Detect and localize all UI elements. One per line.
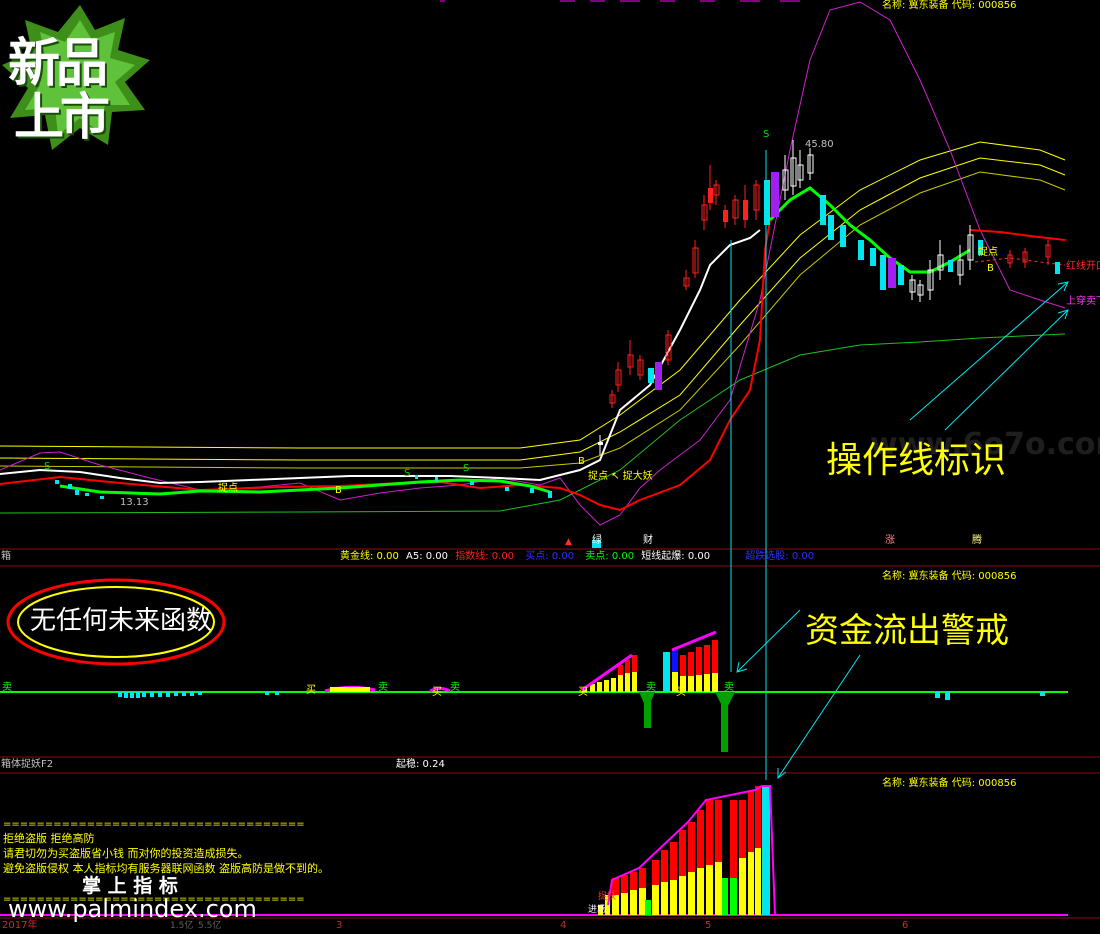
bottom-tag-3: 腾	[972, 535, 982, 546]
signal-s-mid: S	[404, 468, 411, 479]
time-axis-label-3: 5	[705, 920, 712, 931]
buy-label-3: 买	[578, 687, 588, 698]
cyan-arrows	[736, 281, 1069, 779]
yellow-band-2	[0, 157, 1066, 461]
catch-point-label-left: 捉点	[218, 483, 238, 494]
yellow-band-3	[0, 171, 1066, 469]
time-axis-label-0: 2017年	[2, 920, 38, 931]
indicator-oversold: 超跌选股: 0.00	[745, 551, 815, 562]
notice-line-1: 拒绝盗版 拒绝高防	[3, 832, 95, 845]
catch-point-label-right: 捉点	[978, 247, 998, 258]
status-item-1: 5.5亿	[198, 921, 222, 931]
low-price-label: 13.13	[120, 497, 149, 508]
signal-s-mid2: S	[463, 463, 470, 474]
signal-b-mid: B	[335, 485, 342, 496]
sell-label-5: 卖	[724, 682, 734, 693]
buy-label-1: 买	[306, 685, 316, 696]
badge-line2: 上市	[14, 88, 110, 146]
bottom-tag-0: 绿	[592, 535, 602, 546]
capital-outflow-warning: 资金流出警戒	[805, 611, 1009, 651]
red-line-open-label: 红线开口	[1066, 261, 1100, 272]
indicator-a5: A5: 0.00	[406, 551, 449, 562]
time-axis-label-1: 3	[336, 920, 343, 931]
panel2-title: 箱体捉妖F2	[1, 759, 54, 770]
catch-label: 捉妖	[598, 892, 617, 902]
indicator-bar-prefix: 箱	[1, 551, 11, 562]
stock-name-label: 名称: 冀东装备 代码: 000856	[882, 0, 1017, 11]
sell-label-2: 卖	[378, 682, 388, 693]
operation-line-annotation: 操作线标识	[826, 440, 1007, 481]
indicator-index-line: 指数线: 0.00	[455, 551, 515, 562]
indicator-bar: 黄金线: 0.00 A5: 0.00 指数线: 0.00 买点: 0.00 卖点…	[340, 552, 814, 562]
indicator-short-burst: 短线起爆: 0.00	[641, 551, 711, 562]
time-axis-label-2: 4	[560, 920, 567, 931]
buy-label-4: 买	[676, 687, 686, 698]
time-axis-label-4: 6	[902, 920, 909, 931]
badge-line1: 新品	[8, 34, 108, 94]
buy-signal-arrow: ▲	[565, 537, 572, 547]
buy-label-2: 买	[432, 687, 442, 698]
signal-s-left: S	[44, 461, 51, 472]
sell-label-4: 卖	[646, 682, 656, 693]
panel3-stock-name-label: 名称: 冀东装备 代码: 000856	[882, 778, 1017, 789]
notice-line-3: 避免盗版侵权 本人指标均有服务器联网函数 盗版高防是做不到的。	[3, 862, 329, 875]
indicator-buy-point: 买点: 0.00	[525, 551, 575, 562]
stability-label: 起稳: 0.24	[396, 759, 445, 770]
panel3-bars	[598, 785, 776, 916]
catch-point-combined-label: 捉点 ↖ 捉大妖	[588, 471, 653, 482]
signal-b-low: B	[578, 456, 585, 467]
sell-label-left: 卖	[2, 682, 12, 693]
sell-label-3: 卖	[450, 682, 460, 693]
notice-separator-top: ====================================	[3, 819, 305, 830]
signal-b-right: B	[987, 263, 994, 274]
notice-line-2: 请君切勿为买盗版省小钱 而对你的投资造成损失。	[3, 847, 249, 860]
yellow-band-1	[0, 141, 1066, 449]
no-future-function-label: 无任何未来函数	[30, 606, 213, 636]
high-price-label: 45.80	[805, 139, 834, 150]
up-cross-sell-label: 上穿卖下	[1066, 296, 1100, 307]
indicator-sell-point: 卖点: 0.00	[585, 551, 635, 562]
status-item-0: 1.5亿	[170, 921, 194, 931]
rising-candles	[598, 140, 1060, 455]
bottom-tag-2: 涨	[885, 535, 895, 546]
entry-label: 进场	[588, 905, 607, 915]
signal-s-top: S	[763, 129, 770, 140]
panel2-stock-name-label: 名称: 冀东装备 代码: 000856	[882, 571, 1017, 582]
bottom-tag-1: 财	[643, 535, 653, 546]
white-operation-line	[0, 229, 761, 485]
indicator-gold-line: 黄金线: 0.00	[340, 551, 399, 562]
website-label: www.palmindex.com	[8, 895, 257, 923]
